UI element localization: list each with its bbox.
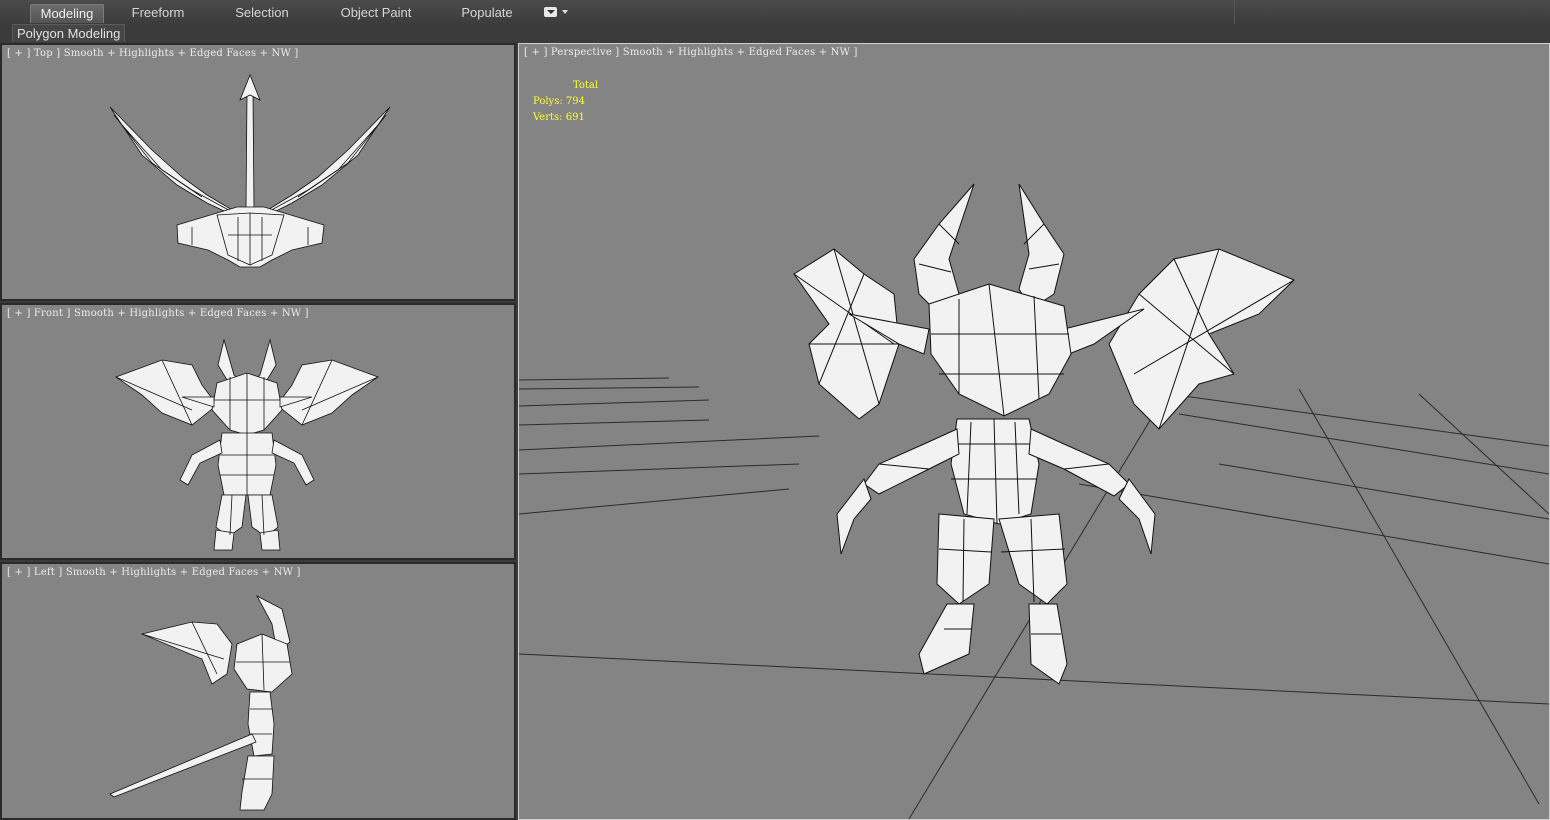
ribbon-panel-bar: Polygon Modeling: [0, 24, 1550, 42]
tab-modeling[interactable]: Modeling: [30, 4, 104, 23]
viewport-perspective[interactable]: [ + ] Perspective ] Smooth + Highlights …: [518, 43, 1550, 820]
tab-selection[interactable]: Selection: [224, 4, 300, 22]
model-top-view: [109, 73, 391, 268]
ribbon: Modeling Freeform Selection Object Paint…: [0, 0, 1550, 25]
tab-populate[interactable]: Populate: [450, 4, 524, 22]
dropdown-options-icon[interactable]: [544, 7, 568, 19]
tab-object-paint[interactable]: Object Paint: [330, 4, 422, 22]
perspective-scene: [519, 183, 1549, 819]
viewport-front[interactable]: [ + ] Front ] Smooth + Highlights + Edge…: [0, 303, 516, 560]
panel-polygon-modeling[interactable]: Polygon Modeling: [12, 24, 126, 42]
model-left-view: [109, 595, 293, 811]
ribbon-divider: [1234, 0, 1235, 24]
model-front-view: [115, 338, 379, 551]
viewport-top[interactable]: [ + ] Top ] Smooth + Highlights + Edged …: [0, 43, 516, 301]
viewport-left[interactable]: [ + ] Left ] Smooth + Highlights + Edged…: [0, 562, 516, 820]
demon-model: [793, 183, 1295, 685]
tab-freeform[interactable]: Freeform: [120, 4, 196, 22]
